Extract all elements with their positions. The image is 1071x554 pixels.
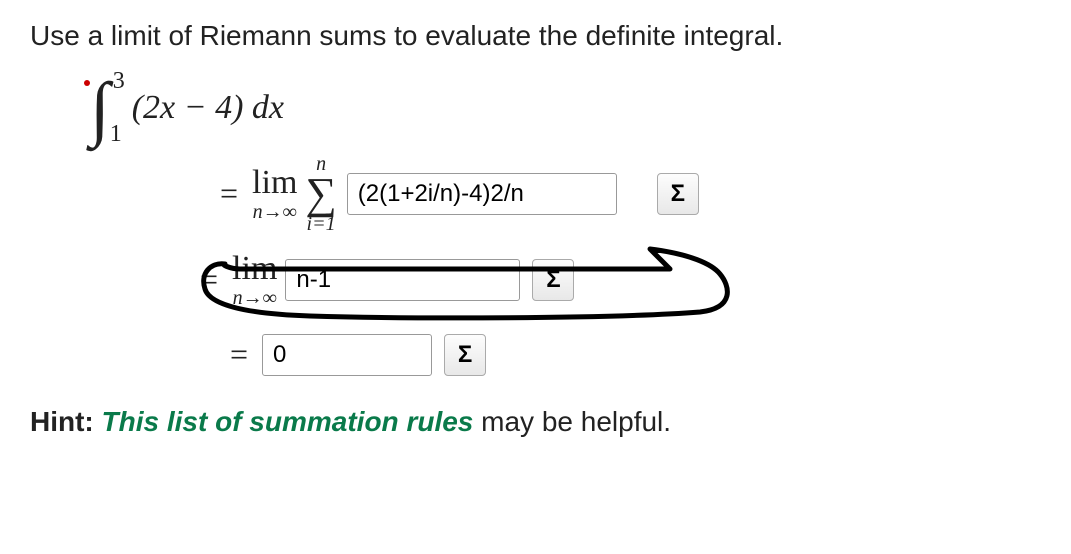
sigma-symbol: ∑: [305, 174, 336, 214]
step2-input[interactable]: [285, 259, 520, 301]
integral-lower-limit: 1: [110, 122, 122, 146]
limit-block: lim n→∞: [232, 252, 277, 308]
hint-label: Hint:: [30, 406, 102, 437]
hint-row: Hint: This list of summation rules may b…: [30, 406, 1041, 438]
sigma-lower: i=1: [307, 214, 336, 234]
integral-expression: ∫ 3 1 (2x − 4) dx: [90, 72, 1041, 144]
equals-sign: =: [200, 261, 218, 298]
lim-subscript: n→∞: [253, 202, 297, 222]
lim-text: lim: [232, 252, 277, 286]
hint-link[interactable]: This list of summation rules: [102, 406, 474, 437]
step-2-row: = lim n→∞ Σ: [200, 252, 1041, 308]
integrand: (2x − 4) dx: [132, 89, 284, 127]
step3-input[interactable]: [262, 334, 432, 376]
integral-upper-limit: 3: [113, 69, 125, 93]
equals-sign: =: [230, 336, 248, 373]
sigma-palette-button-1[interactable]: Σ: [657, 173, 699, 215]
red-dot-marker: [83, 79, 91, 87]
equals-sign: =: [220, 175, 238, 212]
hint-rest: may be helpful.: [473, 406, 671, 437]
sigma-palette-button-2[interactable]: Σ: [532, 259, 574, 301]
step-3-row: = Σ: [230, 334, 1041, 376]
lim-subscript: n→∞: [233, 288, 277, 308]
integral-sign: ∫ 3 1: [90, 72, 110, 144]
question-text: Use a limit of Riemann sums to evaluate …: [30, 20, 1041, 52]
limit-block: lim n→∞: [252, 166, 297, 222]
sigma-block: n ∑ i=1: [305, 154, 336, 234]
lim-text: lim: [252, 166, 297, 200]
sigma-palette-button-3[interactable]: Σ: [444, 334, 486, 376]
step-1-row: = lim n→∞ n ∑ i=1 Σ: [220, 154, 1041, 234]
step1-input[interactable]: [347, 173, 617, 215]
